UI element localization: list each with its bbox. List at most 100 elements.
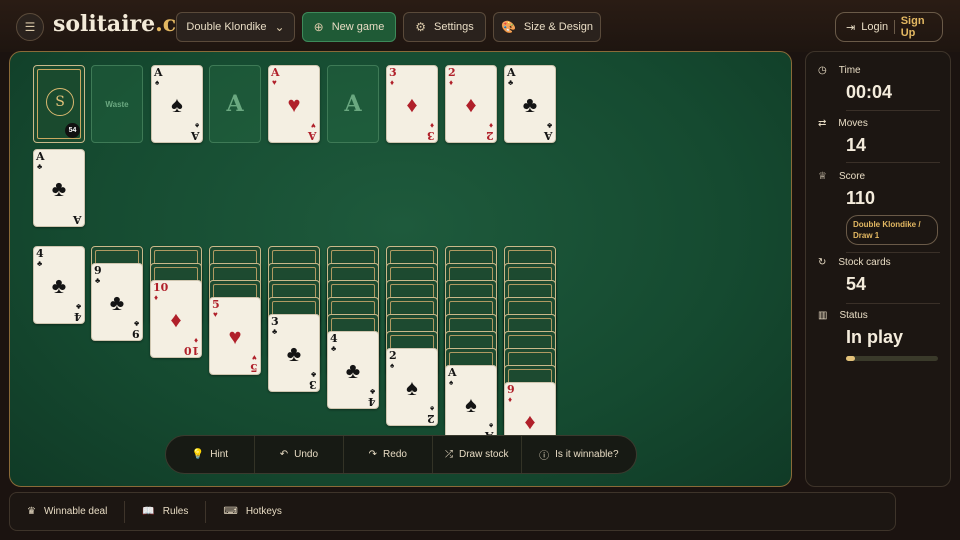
tableau-card[interactable]: 9 ♣ ♣ 9 ♣ (91, 263, 143, 341)
score-value: 110 (846, 188, 876, 208)
tableau-card[interactable]: A♠♠A♠ (445, 365, 497, 443)
card-rank: A (448, 366, 457, 379)
login-icon: ⇥ (846, 21, 856, 34)
hint-label: Hint (210, 449, 229, 460)
card-center-suit: ♠ (406, 375, 418, 400)
card-rank-bottom: A (308, 129, 317, 142)
winnable-button[interactable]: ⓘ Is it winnable? (522, 436, 636, 473)
card-suit: ♣ (508, 78, 514, 87)
tableau-card[interactable]: 4 ♣ ♣ 4 ♣ (327, 331, 379, 409)
divider (846, 162, 940, 163)
menu-button[interactable]: ☰ (16, 13, 44, 41)
status-progress-fill (846, 356, 856, 361)
card-rank: 9 (94, 264, 102, 277)
card-suit: ♣ (272, 327, 278, 336)
repeat-icon: ⇄ (818, 118, 827, 129)
redo-button[interactable]: ↷ Redo (344, 436, 433, 473)
stat-stock: ↻ Stock cards 54 (818, 257, 940, 304)
card-suit-bottom: ♣ (75, 302, 81, 311)
action-bar: 💡 Hint ↶ Undo ↷ Redo ⤮ Draw stock ⓘ Is it win… (165, 435, 637, 474)
card-suit: ♠ (449, 378, 454, 387)
stock-count-badge: 54 (65, 123, 80, 138)
stat-score: ♕ Score 110 Double Klondike / Draw 1 (818, 171, 940, 253)
hint-button[interactable]: 💡 Hint (166, 436, 255, 473)
card-rank: 5 (212, 298, 220, 311)
signup-button[interactable]: Sign Up (895, 15, 942, 39)
stock-emblem-icon: S (46, 88, 74, 116)
new-game-button[interactable]: ⊕ New game (302, 12, 396, 42)
card-suit-bottom: ♥ (311, 121, 316, 130)
palette-icon: 🎨 (500, 20, 516, 34)
foundation-card[interactable]: 3 ♦ ♦ 3 ♦ (386, 65, 438, 143)
card-rank: A (271, 66, 280, 79)
undo-label: Undo (294, 449, 319, 460)
card-suit: ♦ (508, 395, 513, 404)
card-suit-bottom: ♣ (369, 387, 375, 396)
menu-icon: ☰ (24, 20, 36, 34)
hotkeys-label: Hotkeys (245, 506, 282, 517)
foundation-card[interactable]: A ♣ ♣ A ♣ (504, 65, 556, 143)
card-center-suit: ♣ (109, 290, 125, 315)
card-center-suit: ♥ (287, 92, 301, 117)
card-suit: ♦ (154, 293, 159, 302)
hotkeys-link[interactable]: ⌨ Hotkeys (206, 501, 299, 523)
tableau-card[interactable]: 3 ♣ ♣ 3 ♣ (268, 314, 320, 392)
waste-label: Waste (105, 99, 129, 109)
card-center-suit: ♠ (465, 392, 477, 417)
undo-icon: ↶ (279, 449, 289, 460)
moves-value: 14 (846, 135, 867, 155)
card-rank-bottom: 3 (427, 129, 435, 142)
foundation-slot-empty[interactable]: A (327, 65, 379, 143)
card-rank: A (36, 150, 45, 163)
stock-pile[interactable]: S 54 (33, 65, 85, 143)
mode-badge: Double Klondike / Draw 1 (846, 215, 938, 245)
foundation-card[interactable]: A ♥ ♥ A ♥ (268, 65, 320, 143)
chevron-down-icon: ⌄ (274, 20, 285, 34)
tableau-card[interactable]: 5 ♥ ♥ 5 ♥ (209, 297, 261, 375)
tableau-card[interactable]: 10 ♦ ♦ 10 ♦ (150, 280, 202, 358)
card-suit: ♠ (155, 78, 160, 87)
card-rank: 3 (389, 66, 397, 79)
draw-stock-label: Draw stock (459, 449, 509, 460)
undo-button[interactable]: ↶ Undo (255, 436, 344, 473)
lightbulb-icon: 💡 (191, 449, 205, 460)
plus-circle-icon: ⊕ (313, 20, 324, 34)
card-center-suit: ♣ (51, 176, 67, 201)
card-rank-bottom: A (191, 129, 200, 142)
foundation-card[interactable]: 2 ♦ ♦ 2 ♦ (445, 65, 497, 143)
card-center-suit: ♦ (465, 92, 477, 117)
winnable-deal-link[interactable]: ♛ Winnable deal (10, 500, 126, 523)
variant-dropdown[interactable]: Double Klondike ⌄ (176, 12, 295, 42)
card-rank: 3 (271, 315, 279, 328)
tableau-card[interactable]: 2 ♠ ♠ 2 ♠ (386, 348, 438, 426)
card-rank-bottom: A (73, 213, 82, 226)
book-icon: 📖 (142, 506, 155, 517)
foundation-slot-empty[interactable]: A (209, 65, 261, 143)
score-label: Score (838, 171, 866, 182)
winnable-label: Is it winnable? (555, 449, 619, 460)
tableau-card[interactable]: 4 ♣ ♣ 4 ♣ (33, 246, 85, 324)
card-center-suit: ♥ (228, 324, 242, 349)
variant-label: Double Klondike (186, 21, 267, 33)
waste-pile[interactable]: Waste (91, 65, 143, 143)
waste-card[interactable]: A ♣ ♣ A (33, 149, 85, 227)
logo[interactable]: solitaire.cx (53, 11, 189, 37)
card-suit: ♣ (37, 162, 43, 171)
card-rank: A (154, 66, 163, 79)
size-design-label: Size & Design (523, 21, 594, 33)
size-design-button[interactable]: 🎨 Size & Design (493, 12, 601, 42)
card-rank-bottom: 5 (250, 361, 258, 374)
trophy-icon: ♕ (818, 171, 827, 182)
settings-button[interactable]: ⚙ Settings (403, 12, 486, 42)
card-suit: ♥ (272, 78, 277, 87)
login-button[interactable]: ⇥ Login (836, 21, 894, 34)
rules-link[interactable]: 📖 Rules (125, 500, 207, 523)
refresh-icon: ↻ (818, 257, 827, 268)
foundation-card[interactable]: A ♠ ♠ A ♠ (151, 65, 203, 143)
card-suit: ♦ (390, 78, 395, 87)
card-rank-bottom: 10 (183, 344, 199, 357)
gear-icon: ⚙ (415, 20, 426, 34)
draw-stock-button[interactable]: ⤮ Draw stock (433, 436, 522, 473)
card-center-suit: ♦ (524, 409, 536, 434)
new-game-label: New game (331, 21, 385, 33)
